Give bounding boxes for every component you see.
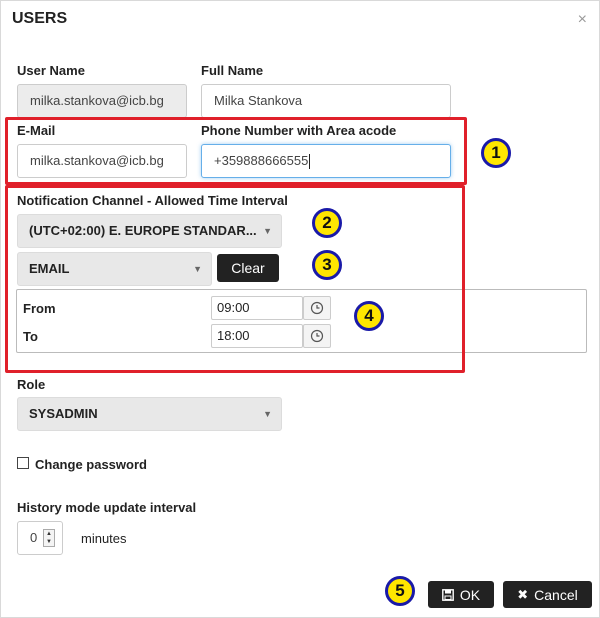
full-name-label: Full Name	[201, 63, 264, 78]
cancel-button-label: Cancel	[534, 586, 578, 603]
highlight-box-contact	[5, 117, 467, 185]
ok-button[interactable]: OK	[428, 581, 494, 608]
dialog-title: USERS	[12, 10, 68, 27]
change-password-checkbox[interactable]	[17, 457, 29, 469]
history-interval-value: 0	[30, 530, 38, 545]
annotation-badge-1: 1	[481, 138, 511, 168]
spinner-arrows[interactable]: ▲ ▼	[43, 529, 55, 547]
full-name-field[interactable]: Milka Stankova	[201, 84, 451, 118]
role-select[interactable]: SYSADMIN ▼	[17, 397, 282, 431]
annotation-badge-5: 5	[385, 576, 415, 606]
user-name-field: milka.stankova@icb.bg	[17, 84, 187, 118]
role-label: Role	[17, 377, 46, 392]
history-interval-unit: minutes	[81, 531, 127, 546]
floppy-disk-icon	[441, 588, 454, 601]
ok-button-label: OK	[459, 586, 481, 603]
highlight-box-notification	[5, 185, 465, 373]
close-icon[interactable]: ×	[578, 11, 587, 29]
users-dialog: USERS × User Name milka.stankova@icb.bg …	[0, 0, 600, 618]
history-interval-label: History mode update interval	[17, 500, 197, 515]
user-name-label: User Name	[17, 63, 85, 78]
history-interval-spinner[interactable]: 0 ▲ ▼	[17, 521, 63, 555]
cancel-button[interactable]: ✖ Cancel	[503, 581, 592, 608]
spin-up-icon[interactable]: ▲	[44, 530, 54, 538]
spin-down-icon[interactable]: ▼	[44, 538, 54, 546]
change-password-label: Change password	[35, 457, 147, 472]
caret-down-icon: ▼	[263, 409, 272, 419]
x-icon: ✖	[517, 586, 529, 602]
role-value: SYSADMIN	[29, 406, 98, 421]
